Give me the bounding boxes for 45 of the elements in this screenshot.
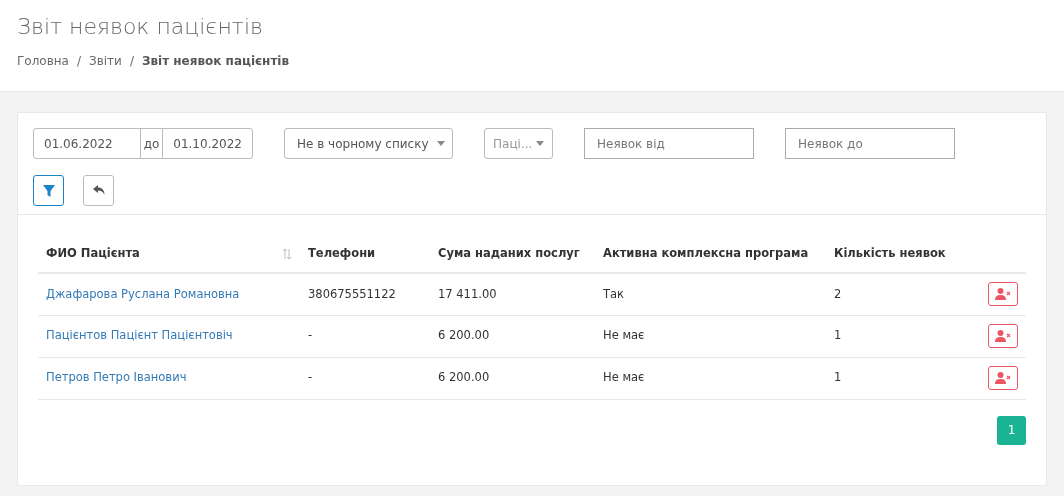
reset-button[interactable] bbox=[83, 175, 114, 206]
column-header: Телефони bbox=[308, 244, 376, 262]
table-cell: 1 bbox=[834, 328, 842, 343]
table-cell: Не має bbox=[603, 370, 645, 385]
patient-link[interactable]: Петров Петро Іванович bbox=[46, 370, 187, 385]
remove-patient-button[interactable] bbox=[988, 282, 1018, 307]
table-cell: 6 200.00 bbox=[438, 328, 490, 343]
undo-icon bbox=[92, 185, 105, 196]
person-remove-icon bbox=[995, 330, 1011, 342]
breadcrumb-separator: / bbox=[76, 53, 81, 71]
table-cell: 1 bbox=[834, 370, 842, 385]
breadcrumb-separator: / bbox=[129, 53, 134, 71]
table-cell: 2 bbox=[834, 286, 842, 301]
breadcrumb-link[interactable]: Звіти bbox=[89, 52, 122, 71]
breadcrumb-current: Звіт неявок пацієнтів bbox=[141, 53, 290, 71]
date-range-field[interactable]: 01.06.2022 до 01.10.2022 bbox=[33, 128, 253, 159]
column-header: Кількість неявок bbox=[834, 244, 946, 262]
caret-icon bbox=[436, 141, 445, 146]
patient-link[interactable]: Джафарова Руслана Романовна bbox=[46, 286, 240, 301]
table-cell: 17 411.00 bbox=[438, 286, 497, 301]
remove-patient-button[interactable] bbox=[988, 366, 1018, 390]
breadcrumb-link[interactable]: Головна bbox=[17, 52, 69, 71]
absences-to-field[interactable]: Неявок до bbox=[785, 128, 955, 159]
column-header: Активна комплексна програма bbox=[603, 244, 809, 262]
remove-patient-button[interactable] bbox=[988, 324, 1018, 348]
page-title: Звіт неявок пацієнтів bbox=[17, 14, 264, 41]
person-remove-icon bbox=[995, 288, 1011, 301]
blacklist-select[interactable]: Не в чорному списку bbox=[284, 128, 453, 159]
filter-button[interactable] bbox=[33, 175, 64, 206]
column-header: ФИО Пацієнта bbox=[46, 244, 140, 262]
table-cell: 6 200.00 bbox=[438, 370, 490, 385]
filter-icon bbox=[42, 184, 55, 197]
caret-icon bbox=[536, 141, 545, 146]
absences-from-field[interactable]: Неявок від bbox=[584, 128, 754, 159]
sort-icon[interactable] bbox=[282, 247, 292, 260]
table-cell: Не має bbox=[603, 328, 645, 343]
page-button[interactable]: 1 bbox=[997, 415, 1026, 445]
person-remove-icon bbox=[995, 372, 1011, 384]
table-cell: 380675551122 bbox=[308, 286, 396, 301]
table-cell: - bbox=[308, 370, 313, 385]
table-cell: Так bbox=[603, 286, 625, 301]
table-cell: - bbox=[308, 328, 313, 343]
patient-link[interactable]: Пацієнтов Пацієнт Пацієнтовіч bbox=[46, 328, 233, 343]
patient-select[interactable]: Паці... bbox=[484, 128, 553, 159]
column-header: Сума наданих послуг bbox=[438, 244, 580, 262]
